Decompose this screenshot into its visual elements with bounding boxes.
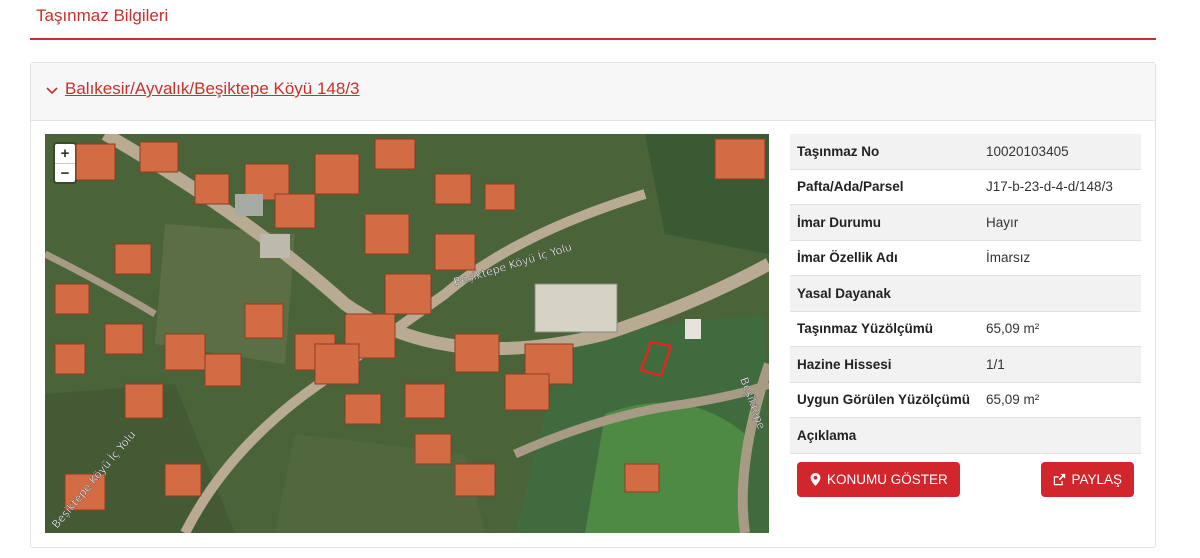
title-divider xyxy=(30,38,1156,40)
property-panel: Balıkesir/Ayvalık/Beşiktepe Köyü 148/3 B… xyxy=(30,62,1156,548)
detail-label: Taşınmaz No xyxy=(797,143,880,159)
share-button[interactable]: PAYLAŞ xyxy=(1041,462,1134,497)
share-icon xyxy=(1054,473,1066,486)
detail-label: İmar Özellik Adı xyxy=(797,250,898,266)
detail-value: 10020103405 xyxy=(986,143,1069,159)
detail-value: İmarsız xyxy=(986,250,1031,266)
detail-label: Uygun Görülen Yüzölçümü xyxy=(797,392,971,408)
detail-value: 65,09 m² xyxy=(986,321,1040,337)
detail-value: J17-b-23-d-4-d/148/3 xyxy=(986,179,1113,195)
property-location-link[interactable]: Balıkesir/Ayvalık/Beşiktepe Köyü 148/3 xyxy=(65,79,360,99)
detail-value: 65,09 m² xyxy=(986,392,1040,408)
detail-label: Açıklama xyxy=(797,427,857,443)
map-zoom-control: + − xyxy=(55,144,75,182)
detail-row: Taşınmaz No 10020103405 xyxy=(790,134,1141,170)
map-imagery: Beşiktepe Köyü İç Yolu Beşiktepe Köyü İç… xyxy=(45,134,769,533)
page-title: Taşınmaz Bilgileri xyxy=(36,6,169,25)
detail-label: Hazine Hissesi xyxy=(797,356,892,372)
detail-row: İmar Özellik Adı İmarsız xyxy=(790,241,1141,276)
share-label: PAYLAŞ xyxy=(1071,472,1122,487)
panel-header[interactable]: Balıkesir/Ayvalık/Beşiktepe Köyü 148/3 xyxy=(31,63,1155,121)
map-marker-icon xyxy=(810,473,821,486)
show-location-button[interactable]: KONUMU GÖSTER xyxy=(797,462,960,497)
detail-row: Pafta/Ada/Parsel J17-b-23-d-4-d/148/3 xyxy=(790,170,1141,205)
detail-label: Taşınmaz Yüzölçümü xyxy=(797,321,934,337)
property-details-table: Taşınmaz No 10020103405 Pafta/Ada/Parsel J… xyxy=(790,134,1141,506)
detail-row: Uygun Görülen Yüzölçümü 65,09 m² xyxy=(790,383,1141,418)
detail-row: Yasal Dayanak xyxy=(790,276,1141,312)
detail-row: İmar Durumu Hayır xyxy=(790,205,1141,241)
chevron-down-icon[interactable] xyxy=(45,83,59,97)
detail-label: Yasal Dayanak xyxy=(797,285,891,301)
show-location-label: KONUMU GÖSTER xyxy=(827,472,948,487)
detail-row: Hazine Hissesi 1/1 xyxy=(790,347,1141,383)
zoom-in-button[interactable]: + xyxy=(55,144,75,163)
detail-label: Pafta/Ada/Parsel xyxy=(797,179,904,195)
detail-value: Hayır xyxy=(986,214,1019,230)
detail-row: Açıklama xyxy=(790,418,1141,454)
detail-label: İmar Durumu xyxy=(797,214,882,230)
satellite-map[interactable]: Beşiktepe Köyü İç Yolu Beşiktepe Köyü İç… xyxy=(45,134,769,533)
zoom-out-button[interactable]: − xyxy=(55,163,75,182)
detail-row: Taşınmaz Yüzölçümü 65,09 m² xyxy=(790,312,1141,347)
action-buttons: KONUMU GÖSTER PAYLAŞ xyxy=(790,454,1141,506)
detail-value: 1/1 xyxy=(986,356,1005,372)
